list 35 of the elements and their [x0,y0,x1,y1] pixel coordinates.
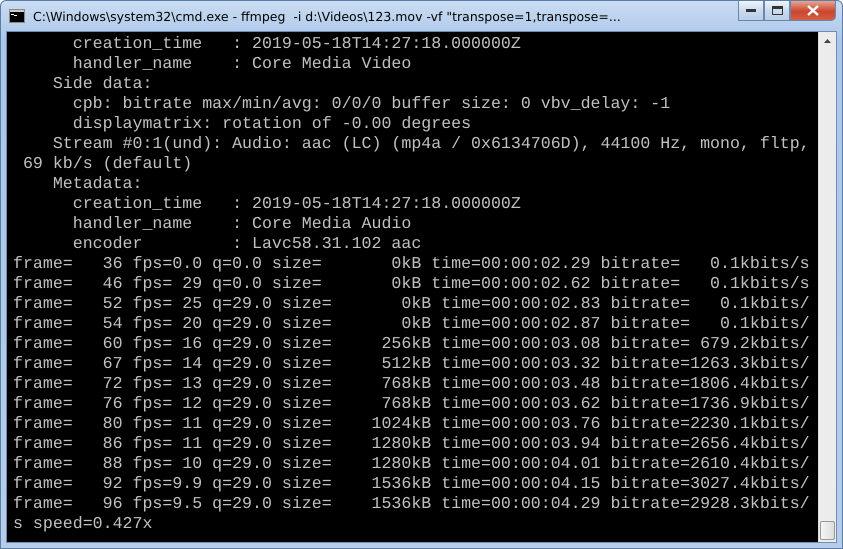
console-line: frame= 52 fps= 25 q=29.0 size= 0kB time=00:00:02.83 bitrate= 0.1kbits/ [13,294,810,314]
console-line: frame= 80 fps= 11 q=29.0 size= 1024kB time=00:00:03.76 bitrate=2230.1kbits/ [13,414,810,434]
maximize-button[interactable] [764,1,790,21]
console-line: cpb: bitrate max/min/avg: 0/0/0 buffer size: 0 vbv_delay: -1 [72,94,670,114]
maximize-icon [772,6,782,15]
console-line: frame= 92 fps=9.9 q=29.0 size= 1536kB time=00:00:04.15 bitrate=3027.4kbits/ [13,474,810,494]
console-line: handler_name : Core Media Audio [72,214,412,234]
console-line: frame= 46 fps= 29 q=0.0 size= 0kB time=00:00:02.62 bitrate= 0.1kbits/s [13,274,810,294]
console-line: Stream #0:1(und): Audio: aac (LC) (mp4a / 0x6134706D), 44100 Hz, mono, fltp, [52,134,810,154]
console-line: 69 kb/s (default) [22,154,192,174]
window-title: C:\Windows\system32\cmd.exe - ffmpeg -i d:\Videos\123.mov -vf "transpose=1,transpose=... [33,8,622,24]
console-line: creation_time : 2019-05-18T14:27:18.000000Z [72,34,521,54]
console-icon [9,9,25,23]
console-line: frame= 67 fps= 14 q=29.0 size= 512kB time=00:00:03.32 bitrate=1263.3kbits/ [13,354,810,374]
console-line: frame= 88 fps= 10 q=29.0 size= 1280kB time=00:00:04.01 bitrate=2610.4kbits/ [13,454,810,474]
console-line: frame= 76 fps= 12 q=29.0 size= 768kB time=00:00:03.62 bitrate=1736.9kbits/ [13,394,810,414]
console-line: frame= 86 fps= 11 q=29.0 size= 1280kB time=00:00:03.94 bitrate=2656.4kbits/ [13,434,810,454]
close-icon [807,5,819,16]
console-line: s speed=0.427x [13,514,152,534]
console-line: frame= 72 fps= 13 q=29.0 size= 768kB time=00:00:03.48 bitrate=1806.4kbits/ [13,374,810,394]
console-line: frame= 60 fps= 16 q=29.0 size= 256kB time=00:00:03.08 bitrate= 679.2kbits/ [13,334,810,354]
console-line: encoder : Lavc58.31.102 aac [72,234,422,254]
console-line: creation_time : 2019-05-18T14:27:18.000000Z [72,194,521,214]
close-button[interactable] [790,1,836,21]
minimize-icon [746,8,756,12]
console-line: frame= 36 fps=0.0 q=0.0 size= 0kB time=00:00:02.29 bitrate= 0.1kbits/s [13,254,810,274]
console-line: handler_name : Core Media Video [72,54,412,74]
scrollbar[interactable] [818,32,836,542]
console-line: frame= 54 fps= 20 q=29.0 size= 0kB time=00:00:02.87 bitrate= 0.1kbits/ [13,314,810,334]
console-line: displaymatrix: rotation of -0.00 degrees [72,114,472,134]
console-line: frame= 96 fps=9.5 q=29.0 size= 1536kB time=00:00:04.29 bitrate=2928.3kbits/ [13,494,810,514]
console-line: Metadata: [52,174,142,194]
minimize-button[interactable] [738,1,764,21]
console-line: Side data: [52,74,152,94]
scroll-thumb[interactable] [820,521,835,540]
